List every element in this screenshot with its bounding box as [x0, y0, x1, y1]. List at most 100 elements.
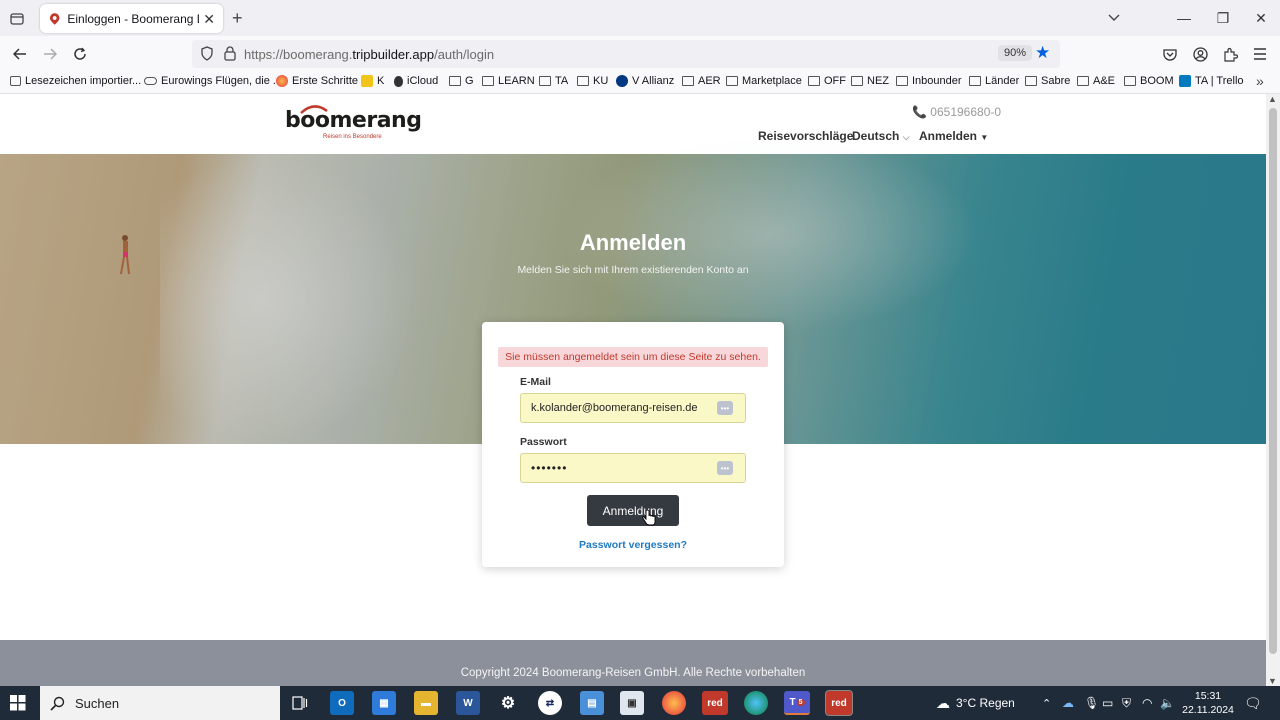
folder-icon — [1025, 76, 1037, 86]
phone-number[interactable]: 📞 065196680-0 — [912, 105, 1001, 119]
shield-icon[interactable] — [200, 46, 214, 61]
url-text[interactable]: https://boomerang.tripbuilder.app/auth/l… — [244, 47, 494, 62]
login-card: Sie müssen angemeldet sein um diese Seit… — [482, 322, 784, 567]
menu-icon[interactable] — [1250, 44, 1270, 64]
onedrive-icon[interactable]: ☁ — [1062, 686, 1074, 720]
close-tab-icon[interactable]: ✕ — [203, 12, 215, 26]
bookmark-folder-marketplace[interactable]: Marketplace — [726, 75, 802, 87]
folder-icon — [482, 76, 494, 86]
word-icon[interactable]: W — [456, 691, 480, 715]
security-shield-icon[interactable]: ⛨ — [1122, 686, 1131, 720]
address-bar[interactable]: https://boomerang.tripbuilder.app/auth/l… — [192, 40, 1060, 68]
forward-icon[interactable] — [38, 43, 62, 65]
file-explorer-icon[interactable]: ▬ — [414, 691, 438, 715]
lock-icon[interactable] — [224, 46, 236, 61]
bookmark-folder-nez[interactable]: NEZ — [851, 75, 889, 87]
bookmark-label: KU — [593, 75, 609, 87]
scrollbar-thumb[interactable] — [1269, 108, 1277, 654]
app-box-icon[interactable]: ▣ — [620, 691, 644, 715]
taskbar-search[interactable]: Suchen — [40, 686, 280, 720]
bookmark-folder-ae[interactable]: A&E — [1077, 75, 1115, 87]
bookmark-trello[interactable]: TA | Trello — [1179, 75, 1244, 87]
bookmark-icloud[interactable]: iCloud — [394, 75, 438, 87]
bookmark-folder-ku[interactable]: KU — [577, 75, 608, 87]
bookmark-folder-aer[interactable]: AER — [682, 75, 721, 87]
site-footer: Copyright 2024 Boomerang-Reisen GmbH. Al… — [0, 640, 1266, 686]
minimize-icon[interactable]: — — [1164, 6, 1204, 30]
close-window-icon[interactable]: ✕ — [1241, 6, 1280, 30]
hero-subtitle: Melden Sie sich mit Ihrem existierenden … — [517, 264, 749, 276]
outlook-icon[interactable]: O — [330, 691, 354, 715]
teamviewer-icon[interactable]: ⇄ — [538, 691, 562, 715]
firefox-taskbar-icon[interactable] — [662, 691, 686, 715]
bookmark-folder-inbounder[interactable]: Inbounder — [896, 75, 962, 87]
calculator-icon[interactable]: ▤ — [580, 691, 604, 715]
bookmark-folder-off[interactable]: OFF — [808, 75, 846, 87]
bookmark-folder-boom[interactable]: BOOM — [1124, 75, 1174, 87]
tab-einloggen[interactable]: Einloggen - Boomerang DE - B ✕ — [40, 4, 223, 33]
red-app-icon[interactable]: red — [702, 691, 728, 715]
teams-icon[interactable]: T5 — [784, 691, 810, 715]
bookmark-k[interactable]: K — [361, 75, 384, 87]
folder-icon — [1124, 76, 1136, 86]
pocket-icon[interactable] — [1160, 44, 1180, 64]
tab-list-icon[interactable] — [6, 8, 28, 30]
password-manager-icon[interactable]: ••• — [717, 461, 733, 475]
reload-icon[interactable] — [68, 43, 92, 65]
bookmark-folder-sabre[interactable]: Sabre — [1025, 75, 1070, 87]
boomerang-logo[interactable]: boomerang Reisen ins Besondere — [285, 105, 422, 140]
bookmark-erste-schritte[interactable]: Erste Schritte — [276, 75, 358, 87]
page-scrollbar[interactable]: ▲ ▼ — [1266, 94, 1280, 686]
zoom-level[interactable]: 90% — [998, 45, 1033, 61]
web-page: boomerang Reisen ins Besondere 📞 0651966… — [0, 94, 1266, 686]
weather-widget[interactable]: ☁ 3°C Regen — [936, 686, 1015, 720]
bookmark-folder-g[interactable]: G — [449, 75, 474, 87]
wifi-icon[interactable]: ◠ — [1142, 686, 1152, 720]
tray-chevron-up-icon[interactable]: ⌃ — [1042, 686, 1051, 720]
bookmark-folder-ta[interactable]: TA — [539, 75, 568, 87]
forgot-password-link[interactable]: Passwort vergessen? — [482, 539, 784, 551]
bookmark-label: G — [465, 75, 474, 87]
search-icon — [50, 696, 65, 711]
battery-icon[interactable]: ▭ — [1102, 686, 1113, 720]
scroll-up-icon[interactable]: ▲ — [1268, 94, 1277, 104]
scroll-down-icon[interactable]: ▼ — [1268, 676, 1277, 686]
email-field[interactable]: k.kolander@boomerang-reisen.de ••• — [520, 393, 746, 423]
login-submit-button[interactable]: Anmeldung — [587, 495, 679, 526]
edge-icon[interactable] — [744, 691, 768, 715]
footer-copyright: Copyright 2024 Boomerang-Reisen GmbH. Al… — [460, 667, 806, 679]
bookmark-star-icon[interactable]: ★ — [1035, 43, 1050, 63]
calendar-icon[interactable]: ▦ — [372, 691, 396, 715]
firefox-icon — [276, 75, 288, 87]
weather-text: 3°C Regen — [956, 696, 1015, 710]
new-tab-icon[interactable]: + — [232, 9, 243, 27]
password-manager-icon[interactable]: ••• — [717, 401, 733, 415]
import-icon — [10, 76, 21, 86]
account-icon[interactable] — [1190, 44, 1210, 64]
password-field[interactable]: ••••••• ••• — [520, 453, 746, 483]
volume-icon[interactable]: 🔈 — [1160, 686, 1175, 720]
tab-title: Einloggen - Boomerang DE - B — [67, 11, 199, 26]
bookmark-label: TA | Trello — [1195, 75, 1244, 87]
system-clock[interactable]: 15:31 22.11.2024 — [1180, 689, 1236, 717]
task-view-icon[interactable] — [288, 691, 312, 715]
extensions-icon[interactable] — [1220, 44, 1240, 64]
chevron-down-icon[interactable] — [1108, 11, 1120, 25]
back-icon[interactable] — [8, 43, 32, 65]
bookmark-import[interactable]: Lesezeichen importier... — [10, 75, 141, 87]
red-app-active-icon[interactable]: red — [825, 690, 853, 716]
bookmark-label: TA — [555, 75, 569, 87]
tab-strip: Einloggen - Boomerang DE - B ✕ + — ❐ ✕ — [0, 0, 1280, 36]
bookmark-allianz[interactable]: V Allianz — [616, 75, 674, 87]
windows-start-icon[interactable] — [10, 695, 26, 711]
bookmark-eurowings[interactable]: Eurowings Flügen, die ... — [144, 75, 282, 87]
settings-gear-icon[interactable]: ⚙ — [496, 691, 520, 715]
notification-icon[interactable]: 🗨 — [1244, 686, 1262, 720]
bookmark-folder-laender[interactable]: Länder — [969, 75, 1019, 87]
restore-icon[interactable]: ❐ — [1203, 6, 1243, 30]
folder-icon — [682, 76, 694, 86]
microphone-icon[interactable]: 🎙 — [1084, 686, 1099, 720]
bookmark-folder-learn[interactable]: LEARN — [482, 75, 535, 87]
folder-icon — [726, 76, 738, 86]
chevron-double-right-icon[interactable]: » — [1256, 73, 1264, 89]
